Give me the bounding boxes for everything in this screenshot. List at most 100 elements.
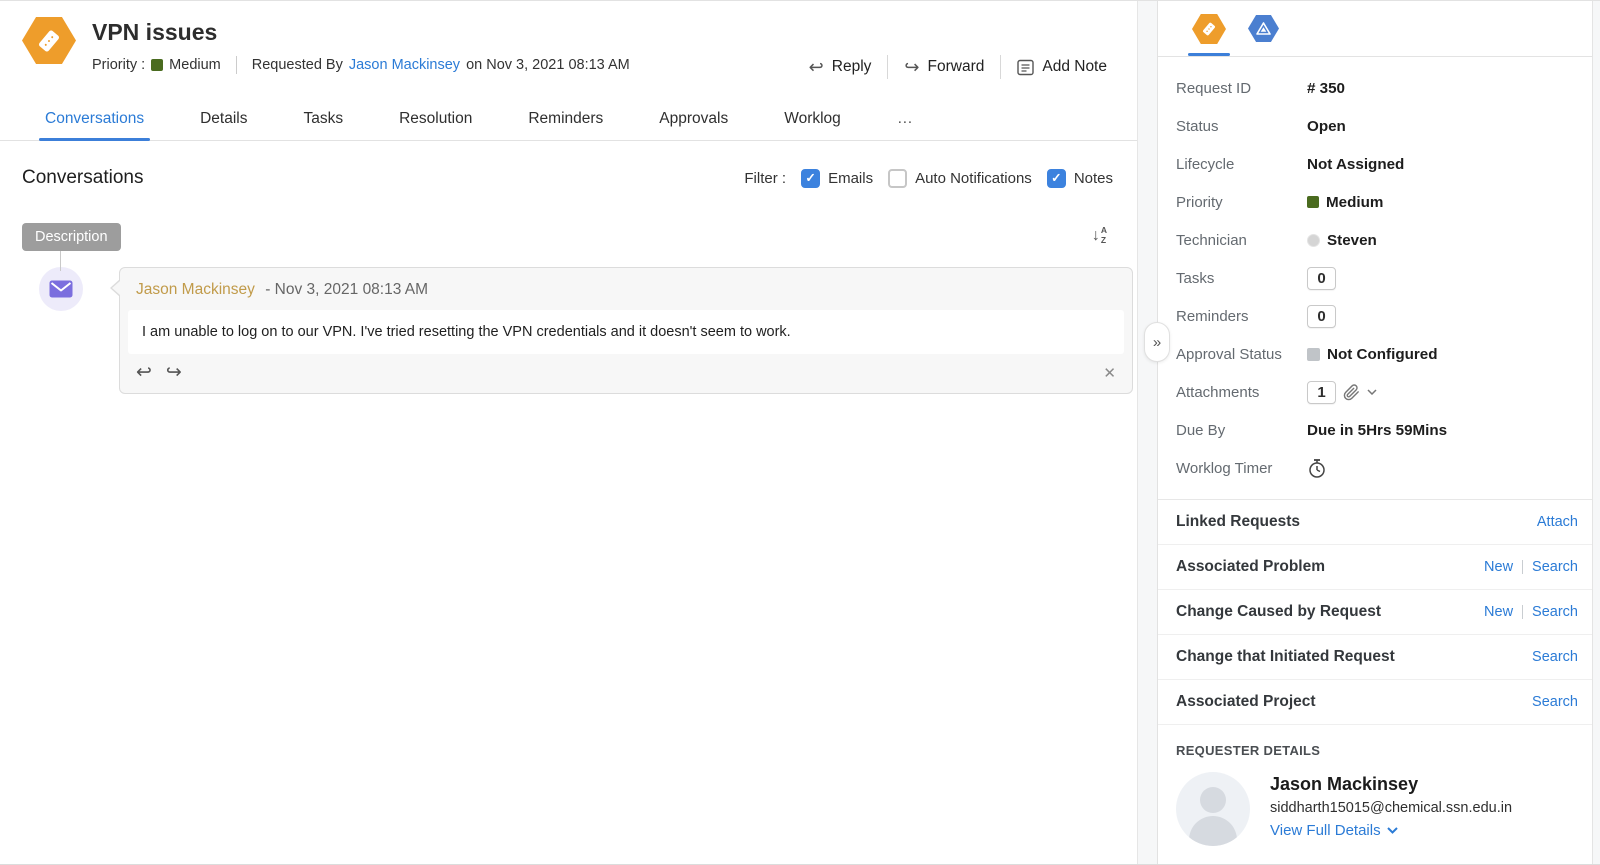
sidebar-tab-assets[interactable] (1248, 15, 1279, 56)
forward-label: Forward (927, 58, 985, 75)
close-icon[interactable]: ✕ (1103, 364, 1116, 382)
paperclip-icon (1343, 383, 1359, 400)
new-link[interactable]: New (1484, 604, 1513, 620)
approval-status-text: Not Configured (1327, 345, 1438, 363)
sort-arrow-icon: ↓ (1091, 227, 1100, 244)
section-change-caused-by-request: Change Caused by Request New Search (1158, 590, 1592, 635)
requester-info: Jason Mackinsey siddharth15015@chemical.… (1270, 772, 1512, 840)
ticket-glyph (1202, 22, 1216, 36)
conversation-filters: Filter : ✓ Emails ✓ Auto Notifications ✓… (744, 168, 1113, 188)
envelope-icon (49, 280, 73, 298)
view-full-details-link[interactable]: View Full Details (1270, 822, 1398, 839)
tab-details[interactable]: Details (200, 98, 247, 140)
sidebar-collapse-handle[interactable]: » (1144, 322, 1170, 362)
request-ticket-icon (22, 17, 76, 64)
tab-worklog[interactable]: Worklog (784, 98, 841, 140)
divider (1522, 605, 1524, 619)
attachment-button[interactable] (1343, 383, 1360, 401)
tab-approvals[interactable]: Approvals (659, 98, 728, 140)
filter-checkbox-1[interactable]: ✓ (888, 168, 908, 188)
presence-dot-icon (1307, 233, 1320, 247)
message-author-link[interactable]: Jason Mackinsey (136, 281, 255, 298)
field-row-due-by: Due By Due in 5Hrs 59Mins (1176, 411, 1578, 449)
assets-hexagon-icon (1248, 15, 1279, 42)
request-fields: Request ID # 350 Status Open Lifecycle N… (1158, 57, 1592, 493)
section-change-initiated-request: Change that Initiated Request Search (1158, 635, 1592, 680)
priority-field-value[interactable]: Medium (1307, 194, 1383, 211)
conversation-card-header: Jason Mackinsey - Nov 3, 2021 08:13 AM (120, 268, 1132, 310)
field-label: Due By (1176, 421, 1226, 439)
divider (1522, 560, 1524, 574)
requester-name-link[interactable]: Jason Mackinsey (349, 57, 460, 73)
conversation-thread: Jason Mackinsey - Nov 3, 2021 08:13 AM I… (22, 267, 1137, 395)
filter-auto-notifications-label: Auto Notifications (915, 169, 1032, 187)
divider (887, 55, 889, 79)
message-actions: ↩ ↪ (136, 363, 182, 382)
requester-details-section: REQUESTER DETAILS Jason Mackinsey siddha… (1158, 725, 1592, 846)
filter-emails[interactable]: ✓ Emails (801, 168, 874, 188)
requester-email: siddharth15015@chemical.ssn.edu.in (1270, 800, 1513, 816)
reminders-count-badge[interactable]: 0 (1307, 304, 1336, 328)
attachments-group: 1 (1307, 380, 1377, 404)
field-row-worklog-timer: Worklog Timer (1176, 449, 1578, 487)
section-linked-requests: Linked Requests Attach (1158, 500, 1592, 545)
sidebar-tab-request[interactable] (1188, 14, 1230, 56)
attachments-dropdown-button[interactable] (1367, 389, 1377, 395)
conversations-header: Conversations Filter : ✓ Emails ✓ Auto N… (0, 141, 1137, 189)
tab-tasks[interactable]: Tasks (303, 98, 343, 140)
worklog-timer-button[interactable] (1307, 458, 1327, 479)
priority-text: Medium (1326, 193, 1384, 211)
check-icon: ✓ (1051, 170, 1062, 185)
forward-button[interactable]: ↪ Forward (904, 58, 984, 76)
filter-checkbox-2[interactable]: ✓ (1046, 168, 1066, 188)
tab-resolution[interactable]: Resolution (399, 98, 472, 140)
requester-details-title: REQUESTER DETAILS (1176, 743, 1321, 758)
divider (1000, 55, 1002, 79)
filter-label: Filter : (744, 169, 787, 187)
search-link[interactable]: Search (1532, 604, 1578, 620)
tasks-count-badge[interactable]: 0 (1307, 266, 1336, 290)
field-label: Worklog Timer (1176, 459, 1273, 477)
message-reply-icon[interactable]: ↩ (136, 363, 152, 382)
field-row-reminders: Reminders 0 (1176, 297, 1578, 335)
priority-swatch (151, 59, 164, 71)
search-link[interactable]: Search (1532, 649, 1578, 665)
technician-value[interactable]: Steven (1307, 232, 1377, 249)
request-detail-page: VPN issues Priority : Medium Requested B… (0, 0, 1600, 865)
field-label: Technician (1176, 231, 1247, 249)
attachments-count-badge[interactable]: 1 (1307, 380, 1336, 404)
request-header: VPN issues Priority : Medium Requested B… (0, 1, 1137, 79)
add-note-button[interactable]: Add Note (1017, 58, 1107, 76)
message-body: I am unable to log on to our VPN. I've t… (128, 310, 1124, 355)
search-link[interactable]: Search (1532, 694, 1578, 710)
filter-checkbox-0[interactable]: ✓ (801, 168, 821, 188)
new-link[interactable]: New (1484, 559, 1513, 575)
reply-button[interactable]: ↩ Reply (809, 58, 872, 76)
conversations-heading: Conversations (22, 167, 144, 188)
filter-auto-notifications[interactable]: ✓ Auto Notifications (888, 168, 1032, 188)
message-forward-icon[interactable]: ↪ (166, 363, 182, 382)
field-row-tasks: Tasks 0 (1176, 259, 1578, 297)
attach-link[interactable]: Attach (1537, 514, 1578, 530)
section-title: Associated Problem (1176, 558, 1326, 575)
filter-emails-label: Emails (828, 169, 874, 187)
sort-a-z-button[interactable]: ↓ A Z (1092, 225, 1107, 245)
tab-overflow-menu[interactable]: … (897, 98, 915, 140)
section-links: Attach (1537, 514, 1578, 530)
association-sections: Linked Requests Attach Associated Proble… (1158, 499, 1592, 725)
filter-notes[interactable]: ✓ Notes (1046, 168, 1113, 188)
field-row-priority: Priority Medium (1176, 183, 1578, 221)
field-label: Approval Status (1176, 345, 1282, 363)
status-value[interactable]: Open (1307, 118, 1346, 135)
stopwatch-icon (1309, 458, 1325, 478)
conversation-area: Description ↓ A Z Jason Mackinsey - Nov … (0, 189, 1137, 395)
search-link[interactable]: Search (1532, 559, 1578, 575)
lifecycle-value: Not Assigned (1307, 155, 1405, 173)
priority-swatch (1307, 196, 1319, 208)
chevron-down-icon (1386, 827, 1398, 834)
tab-reminders[interactable]: Reminders (528, 98, 603, 140)
tab-conversations[interactable]: Conversations (38, 98, 151, 141)
field-row-request-id: Request ID # 350 (1176, 69, 1578, 107)
due-by-value: Due in 5Hrs 59Mins (1307, 421, 1448, 439)
field-row-lifecycle: Lifecycle Not Assigned (1176, 145, 1578, 183)
